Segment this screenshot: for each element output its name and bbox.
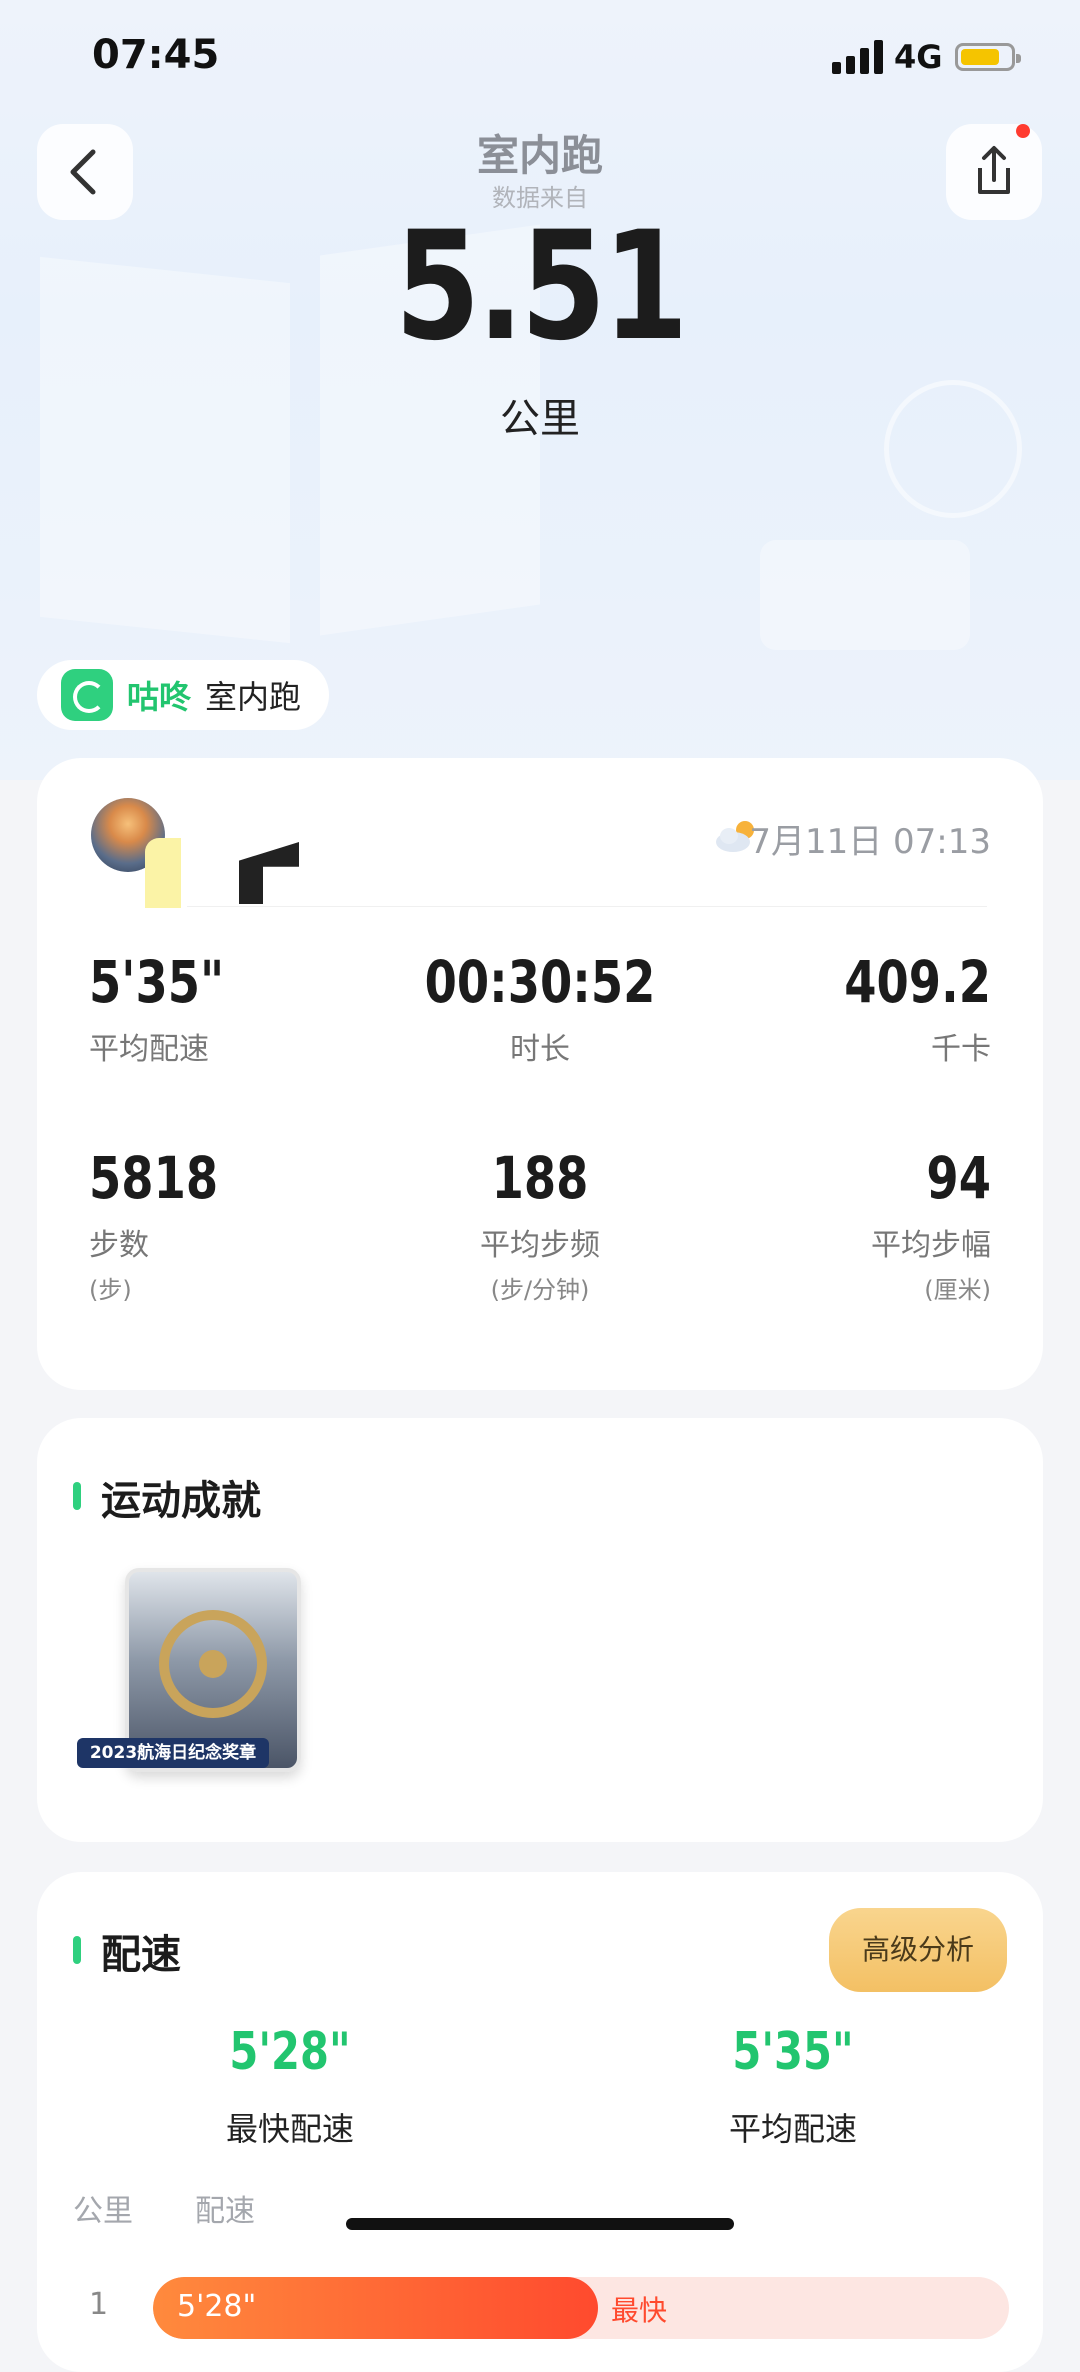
distance-value: 5.51 (394, 200, 689, 374)
split-km-index: 1 (89, 2287, 109, 2322)
fastest-pace: 5'28" 最快配速 (225, 2022, 354, 2148)
source-badge[interactable]: 咕咚 室内跑 (37, 660, 330, 730)
advanced-analysis-button[interactable]: 高级分析 (829, 1908, 1007, 1992)
battery-icon (955, 43, 1021, 71)
column-header-km: 公里 (73, 2194, 133, 2229)
split-pace-value: 5'28" (177, 2289, 257, 2324)
split-row: 5'28" 最快 (153, 2277, 1009, 2339)
split-fastest-tag: 最快 (611, 2294, 668, 2327)
stat-calories: 409.2 千卡 (844, 948, 991, 1067)
stat-duration: 00:30:52 时长 (424, 948, 656, 1067)
pace-card: 配速 高级分析 5'28" 最快配速 5'35" 平均配速 公里 配速 1 5'… (37, 1872, 1043, 2372)
signal-icon (832, 40, 884, 74)
summary-card: 7月11日 07:13 5'35" 平均配速 00:30:52 时长 409.2… (37, 758, 1043, 1390)
stat-avg-pace: 5'35" 平均配速 (89, 948, 225, 1067)
app-logo-icon (61, 669, 113, 721)
divider (187, 906, 987, 907)
username-redacted (239, 842, 299, 904)
section-marker (73, 1936, 81, 1964)
workout-date: 7月11日 07:13 (749, 822, 991, 862)
source-type: 室内跑 (205, 678, 302, 716)
stat-stride: 94 平均步幅 (厘米) (871, 1144, 991, 1304)
network-type: 4G (894, 38, 943, 76)
treadmill-illustration (760, 540, 970, 650)
achievements-title: 运动成就 (101, 1478, 261, 1524)
achievements-card: 运动成就 2023航海日纪念奖章 (37, 1418, 1043, 1842)
average-pace: 5'35" 平均配速 (728, 2022, 857, 2148)
stat-steps: 5818 步数 (步) (89, 1144, 219, 1304)
medal-label: 2023航海日纪念奖章 (77, 1738, 269, 1768)
section-marker (73, 1482, 81, 1510)
column-header-pace: 配速 (195, 2194, 255, 2229)
username-redacted (145, 838, 181, 908)
pace-title: 配速 (101, 1932, 181, 1978)
notification-dot (1016, 124, 1030, 138)
home-indicator[interactable] (346, 2218, 734, 2230)
stat-cadence: 188 平均步频 (步/分钟) (480, 1144, 600, 1304)
status-bar: 07:45 4G (0, 0, 1080, 110)
distance-unit: 公里 (500, 396, 580, 442)
page-title: 室内跑 (476, 131, 603, 180)
source-brand: 咕咚 (127, 678, 192, 716)
ship-wheel-icon (159, 1610, 267, 1718)
status-time: 07:45 (92, 32, 220, 78)
